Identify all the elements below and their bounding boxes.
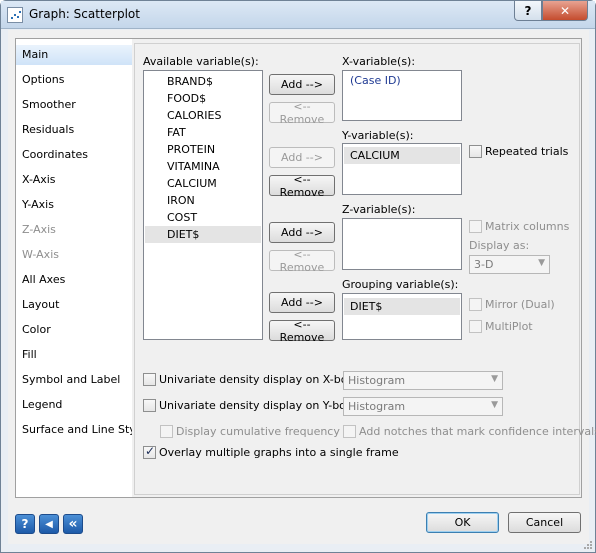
- sidebar-item-surface-and-line-style[interactable]: Surface and Line Style: [22, 420, 146, 440]
- overlay-label: Overlay multiple graphs into a single fr…: [159, 446, 399, 459]
- display-as-select: 3-D ▼: [469, 255, 550, 274]
- sidebar-item-fill[interactable]: Fill: [22, 345, 138, 365]
- help-icon[interactable]: ?: [15, 514, 35, 534]
- dialog-window: Graph: Scatterplot ? ✕ Main Options Smoo…: [0, 0, 596, 553]
- density-x-value: Histogram: [348, 374, 406, 387]
- sidebar-item-color[interactable]: Color: [22, 320, 138, 340]
- list-item[interactable]: BRAND$: [145, 73, 213, 90]
- tab-sidebar: Main Options Smoother Residuals Coordina…: [15, 38, 146, 498]
- list-item[interactable]: CALORIES: [145, 107, 221, 124]
- grouping-variables-label: Grouping variable(s):: [342, 278, 459, 291]
- remove-x-button: <-- Remove: [269, 100, 335, 126]
- list-item-selected[interactable]: DIET$: [145, 226, 261, 243]
- sidebar-item-all-axes[interactable]: All Axes: [22, 270, 138, 290]
- sidebar-item-y-axis[interactable]: Y-Axis: [22, 195, 138, 215]
- display-as-label: Display as:: [469, 239, 530, 252]
- overlay-checkbox[interactable]: [143, 444, 156, 459]
- close-button[interactable]: ✕: [542, 1, 588, 21]
- sidebar-item-legend[interactable]: Legend: [22, 395, 138, 415]
- density-x-select: Histogram ▼: [343, 371, 503, 390]
- add-grouping-button[interactable]: Add -->: [269, 292, 335, 313]
- help-title-button[interactable]: ?: [514, 1, 542, 21]
- repeated-trials-label: Repeated trials: [485, 145, 569, 158]
- display-as-value: 3-D: [474, 258, 494, 271]
- list-item[interactable]: COST: [145, 209, 197, 226]
- list-item[interactable]: VITAMINA: [145, 158, 220, 175]
- density-y-label: Univariate density display on Y-border: [159, 399, 369, 412]
- window-title: Graph: Scatterplot: [29, 7, 140, 21]
- available-variables-list[interactable]: BRAND$ FOOD$ CALORIES FAT PROTEIN VITAMI…: [143, 70, 263, 340]
- add-y-button: Add -->: [269, 147, 335, 168]
- main-panel: Available variable(s): BRAND$ FOOD$ CALO…: [132, 38, 596, 498]
- sidebar-item-z-axis: Z-Axis: [22, 223, 56, 236]
- notches-label: Add notches that mark confidence interva…: [359, 425, 596, 438]
- z-variables-label: Z-variable(s):: [342, 203, 416, 216]
- remove-y-button[interactable]: <-- Remove: [269, 173, 335, 199]
- y-variables-label: Y-variable(s):: [342, 129, 414, 142]
- resize-grip-icon[interactable]: [583, 540, 593, 550]
- ok-button[interactable]: OK: [426, 512, 499, 533]
- z-variables-list[interactable]: [342, 218, 462, 270]
- close-icon: ✕: [559, 3, 571, 18]
- cancel-button[interactable]: Cancel: [508, 512, 581, 533]
- list-item[interactable]: FAT: [145, 124, 186, 141]
- available-variables-label: Available variable(s):: [143, 55, 259, 68]
- remove-z-button: <-- Remove: [269, 248, 335, 274]
- list-item[interactable]: CALCIUM: [344, 147, 460, 164]
- list-item[interactable]: PROTEIN: [145, 141, 215, 158]
- repeated-trials-checkbox[interactable]: [469, 145, 482, 158]
- list-item[interactable]: DIET$: [344, 298, 460, 315]
- sidebar-item-symbol-and-label[interactable]: Symbol and Label: [22, 370, 138, 390]
- list-item[interactable]: FOOD$: [145, 90, 206, 107]
- sidebar-item-x-axis[interactable]: X-Axis: [22, 170, 138, 190]
- chevron-down-icon: ▼: [491, 374, 498, 384]
- grouping-variables-list[interactable]: DIET$: [342, 293, 462, 340]
- density-y-value: Histogram: [348, 400, 406, 413]
- y-variables-list[interactable]: CALCIUM: [342, 143, 462, 195]
- sidebar-item-main[interactable]: Main: [16, 45, 140, 65]
- multiplot-checkbox: [469, 320, 482, 333]
- list-item[interactable]: CALCIUM: [145, 175, 217, 192]
- cumulative-frequency-checkbox: [160, 425, 173, 438]
- list-item[interactable]: IRON: [145, 192, 195, 209]
- cumulative-frequency-label: Display cumulative frequency: [176, 425, 340, 438]
- chevron-down-icon: ▼: [538, 258, 545, 268]
- back-all-icon[interactable]: «: [63, 514, 83, 534]
- multiplot-label: MultiPlot: [485, 320, 533, 333]
- density-y-select: Histogram ▼: [343, 397, 503, 416]
- notches-checkbox: [343, 425, 356, 438]
- add-z-button[interactable]: Add -->: [269, 222, 335, 243]
- chevron-down-icon: ▼: [491, 400, 498, 410]
- density-x-checkbox[interactable]: [143, 373, 156, 386]
- mirror-dual-label: Mirror (Dual): [485, 298, 555, 311]
- sidebar-item-coordinates[interactable]: Coordinates: [22, 145, 138, 165]
- remove-grouping-button[interactable]: <-- Remove: [269, 318, 335, 344]
- mirror-dual-checkbox: [469, 298, 482, 311]
- add-x-button[interactable]: Add -->: [269, 74, 335, 95]
- x-variables-list[interactable]: (Case ID): [342, 70, 462, 121]
- sidebar-item-w-axis: W-Axis: [22, 248, 59, 261]
- title-bar[interactable]: Graph: Scatterplot ? ✕: [1, 1, 595, 29]
- sidebar-item-residuals[interactable]: Residuals: [22, 120, 138, 140]
- back-icon[interactable]: ◀: [39, 514, 59, 534]
- matrix-columns-checkbox: [469, 220, 482, 233]
- density-x-label: Univariate density display on X-border: [159, 373, 371, 386]
- list-item[interactable]: (Case ID): [344, 72, 401, 89]
- matrix-columns-label: Matrix columns: [485, 220, 570, 233]
- sidebar-item-smoother[interactable]: Smoother: [22, 95, 138, 115]
- dialog-body: Main Options Smoother Residuals Coordina…: [8, 30, 596, 544]
- x-variables-label: X-variable(s):: [342, 55, 416, 68]
- sidebar-item-options[interactable]: Options: [22, 70, 138, 90]
- density-y-checkbox[interactable]: [143, 399, 156, 412]
- sidebar-item-layout[interactable]: Layout: [22, 295, 138, 315]
- help-icon: ?: [524, 3, 532, 18]
- scatterplot-app-icon: [7, 7, 23, 23]
